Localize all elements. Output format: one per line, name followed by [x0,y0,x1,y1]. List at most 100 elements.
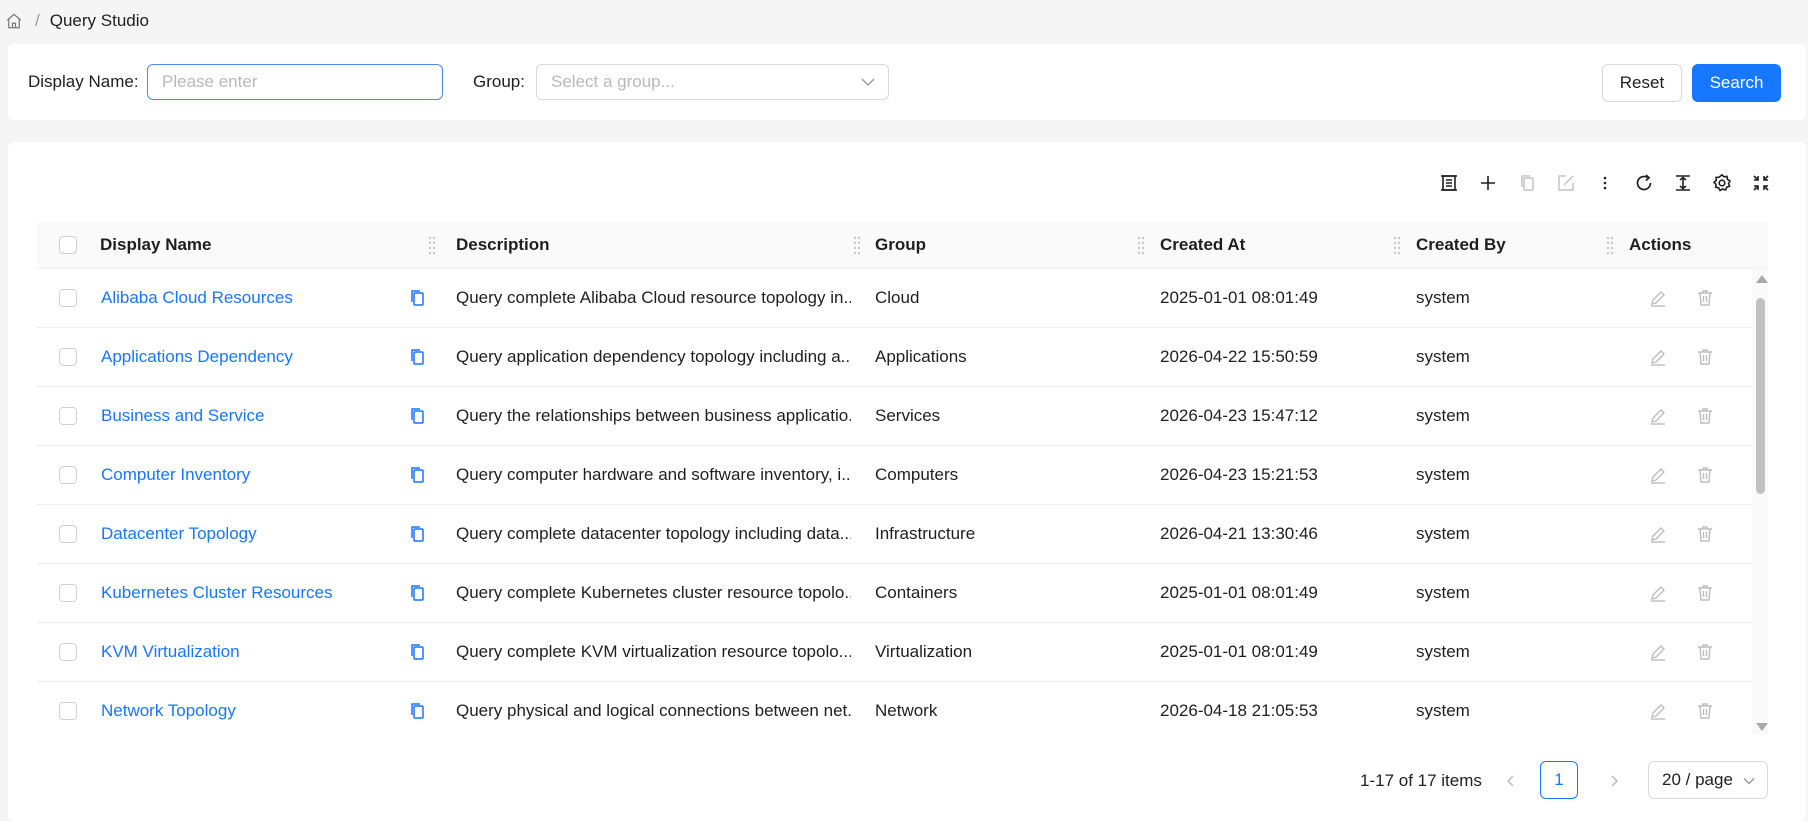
table-row[interactable]: Applications Dependency Query application… [37,328,1752,387]
row-group: Cloud [875,288,920,307]
row-created-at: 2026-04-21 13:30:46 [1160,524,1318,543]
table-row[interactable]: Network Topology Query physical and logic… [37,682,1752,735]
row-display-name-link[interactable]: Kubernetes Cluster Resources [101,564,401,622]
copy-icon[interactable] [408,348,426,366]
copy-icon[interactable] [408,525,426,543]
copy-icon[interactable] [408,643,426,661]
column-header-display-name[interactable]: Display Name [100,222,212,268]
column-header-created-by[interactable]: Created By [1416,222,1506,268]
edit-icon[interactable] [1649,525,1667,543]
row-display-name-link[interactable]: KVM Virtualization [101,623,401,681]
refresh-icon[interactable] [1628,167,1660,199]
delete-icon[interactable] [1696,584,1714,602]
density-icon[interactable] [1667,167,1699,199]
scrollbar-thumb[interactable] [1756,298,1765,494]
table-row[interactable]: Business and Service Query the relationsh… [37,387,1752,446]
delete-icon[interactable] [1696,466,1714,484]
row-checkbox[interactable] [59,466,77,484]
row-display-name-link[interactable]: Applications Dependency [101,328,401,386]
column-header-actions: Actions [1629,235,1692,254]
row-checkbox[interactable] [59,348,77,366]
page-size-select[interactable]: 20 / page [1648,761,1768,799]
edit-icon[interactable] [1649,584,1667,602]
table-header: Display Name Description Group Created A… [37,222,1768,269]
search-button[interactable]: Search [1692,64,1781,102]
column-resize-handle[interactable] [1137,235,1145,257]
add-icon[interactable] [1472,167,1504,199]
table-panel: Display Name Description Group Created A… [8,142,1806,821]
column-header-created-at[interactable]: Created At [1160,222,1245,268]
display-name-placeholder: Please enter [162,72,258,91]
next-page-icon[interactable] [1605,772,1623,790]
table-row[interactable]: Alibaba Cloud Resources Query complete Al… [37,269,1752,328]
fullscreen-icon[interactable] [1745,167,1777,199]
row-display-name-link[interactable]: Datacenter Topology [101,505,401,563]
copy-icon[interactable] [408,584,426,602]
row-checkbox[interactable] [59,702,77,720]
table-row[interactable]: Kubernetes Cluster Resources Query comple… [37,564,1752,623]
filter-panel: Display Name: Please enter Group: Select… [8,44,1806,120]
row-group: Containers [875,583,958,602]
copy-icon[interactable] [408,289,426,307]
edit-icon[interactable] [1649,643,1667,661]
column-resize-handle[interactable] [428,235,436,257]
edit-icon[interactable] [1649,407,1667,425]
row-display-name-link[interactable]: Alibaba Cloud Resources [101,269,401,327]
row-checkbox[interactable] [59,643,77,661]
row-created-by: system [1416,347,1470,366]
row-created-by: system [1416,583,1470,602]
row-created-by: system [1416,406,1470,425]
copy-icon[interactable] [1511,167,1543,199]
copy-icon[interactable] [408,407,426,425]
column-resize-handle[interactable] [1606,235,1614,257]
page-size-value: 20 / page [1662,770,1733,789]
edit-icon[interactable] [1649,466,1667,484]
scroll-up-arrow-icon[interactable] [1756,275,1768,283]
table-view-icon[interactable] [1433,167,1465,199]
column-header-group[interactable]: Group [875,222,926,268]
column-resize-handle[interactable] [853,235,861,257]
edit-icon[interactable] [1649,289,1667,307]
settings-icon[interactable] [1706,167,1738,199]
chevron-down-icon [1742,773,1756,787]
row-display-name-link[interactable]: Business and Service [101,387,401,445]
more-icon[interactable] [1589,167,1621,199]
edit-icon[interactable] [1649,348,1667,366]
breadcrumb: / Query Studio [5,8,149,34]
delete-icon[interactable] [1696,289,1714,307]
copy-icon[interactable] [408,702,426,720]
edit-icon[interactable] [1649,702,1667,720]
prev-page-icon[interactable] [1502,772,1520,790]
table-row[interactable]: Datacenter Topology Query complete datace… [37,505,1752,564]
row-checkbox[interactable] [59,407,77,425]
row-created-at: 2026-04-18 21:05:53 [1160,701,1318,720]
delete-icon[interactable] [1696,702,1714,720]
row-checkbox[interactable] [59,525,77,543]
delete-icon[interactable] [1696,643,1714,661]
copy-icon[interactable] [408,466,426,484]
delete-icon[interactable] [1696,525,1714,543]
column-header-description[interactable]: Description [456,222,550,268]
scroll-down-arrow-icon[interactable] [1756,723,1768,731]
table-row[interactable]: KVM Virtualization Query complete KVM vir… [37,623,1752,682]
delete-icon[interactable] [1696,348,1714,366]
edit-icon[interactable] [1550,167,1582,199]
reset-button[interactable]: Reset [1602,64,1682,102]
row-created-at: 2025-01-01 08:01:49 [1160,583,1318,602]
row-created-by: system [1416,524,1470,543]
column-resize-handle[interactable] [1393,235,1401,257]
display-name-input[interactable]: Please enter [147,64,443,100]
page-number-button[interactable]: 1 [1540,761,1578,799]
table-body: Alibaba Cloud Resources Query complete Al… [37,269,1752,735]
home-icon[interactable] [5,11,25,31]
select-all-checkbox[interactable] [59,236,77,254]
delete-icon[interactable] [1696,407,1714,425]
row-display-name-link[interactable]: Computer Inventory [101,446,401,504]
row-display-name-link[interactable]: Network Topology [101,682,401,735]
row-group: Infrastructure [875,524,976,543]
row-checkbox[interactable] [59,584,77,602]
table-row[interactable]: Computer Inventory Query computer hardwar… [37,446,1752,505]
group-select[interactable]: Select a group... [536,64,889,100]
row-created-at: 2026-04-23 15:21:53 [1160,465,1318,484]
row-checkbox[interactable] [59,289,77,307]
